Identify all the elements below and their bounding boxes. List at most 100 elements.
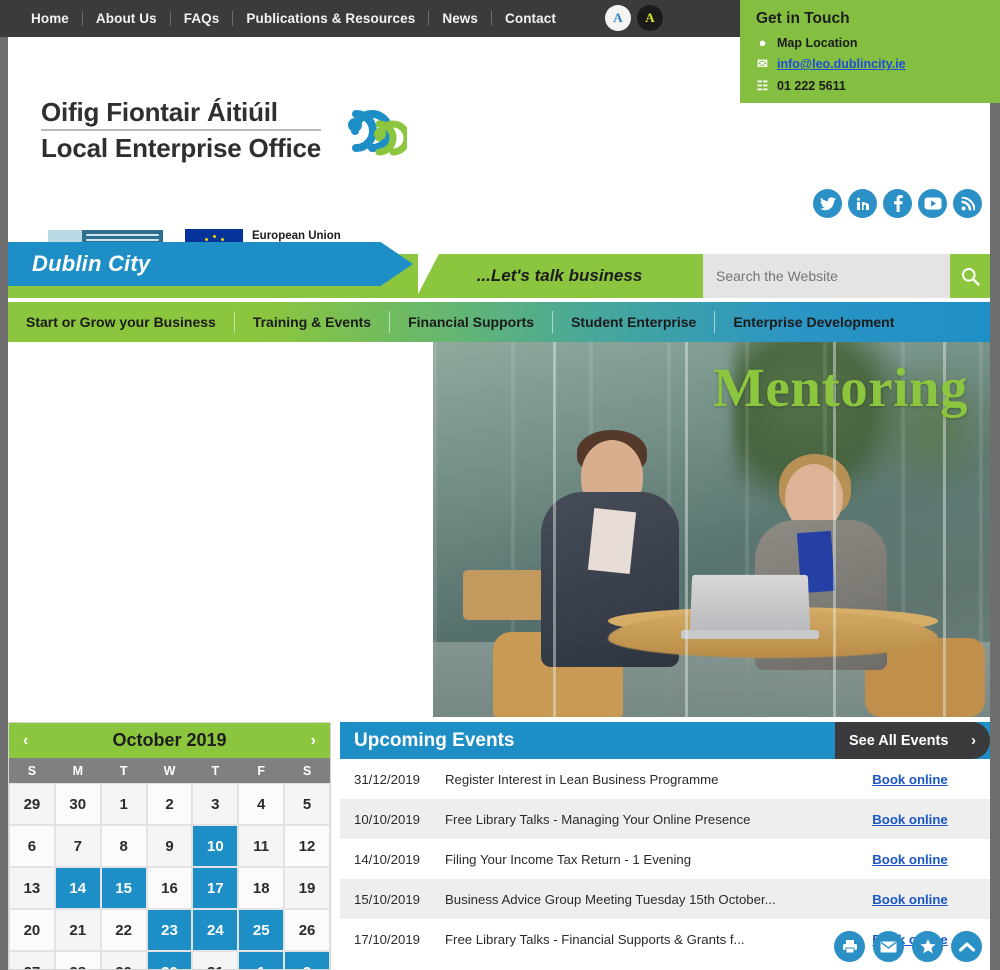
weekday-mon: M [72, 763, 83, 778]
phone-row[interactable]: ☷ 01 222 5611 [756, 78, 1000, 94]
nav-item-student-enterprise[interactable]: Student Enterprise [553, 314, 714, 330]
nav-item-financial-supports[interactable]: Financial Supports [390, 314, 552, 330]
calendar-day[interactable]: 28 [54, 951, 101, 969]
linkedin-icon[interactable] [848, 189, 877, 218]
hero-man-shirt [587, 507, 637, 575]
calendar-day[interactable]: 9 [146, 825, 193, 867]
calendar-day-highlighted[interactable]: 17 [192, 867, 239, 909]
main-navigation: Start or Grow your Business Training & E… [8, 302, 990, 342]
topnav-item-about-us[interactable]: About Us [83, 11, 170, 26]
logo-line-irish: Oifig Fiontair Áitiúil [41, 97, 278, 127]
nav-item-enterprise-development[interactable]: Enterprise Development [715, 314, 912, 330]
calendar-day[interactable]: 27 [9, 951, 55, 969]
search-button[interactable] [950, 254, 990, 298]
event-row: 14/10/2019 Filing Your Income Tax Return … [340, 839, 990, 879]
calendar-day-highlighted[interactable]: 1 [238, 951, 285, 969]
brand-banner-row: ...Let's talk business Dublin City [8, 242, 990, 298]
event-date: 14/10/2019 [354, 851, 421, 867]
map-location-label: Map Location [777, 35, 858, 50]
event-book-cell: Book online [830, 772, 990, 787]
hero-carousel: Mentoring Tap into a mentors entrepreneu… [8, 342, 990, 717]
calendar-month-title: October 2019 [112, 730, 227, 750]
topnav-item-contact[interactable]: Contact [492, 11, 569, 26]
calendar-day-highlighted[interactable]: 10 [192, 825, 239, 867]
nav-item-training-events[interactable]: Training & Events [235, 314, 389, 330]
calendar-day[interactable]: 20 [9, 909, 55, 951]
event-row: 10/10/2019 Free Library Talks - Managing … [340, 799, 990, 839]
event-date: 15/10/2019 [354, 891, 421, 907]
twitter-icon[interactable] [813, 189, 842, 218]
hero-laptop-base [681, 630, 819, 639]
calendar-day[interactable]: 12 [284, 825, 330, 867]
calendar-day-highlighted[interactable]: 14 [54, 867, 101, 909]
tagline-text: ...Let's talk business [476, 266, 643, 285]
map-location-row[interactable]: ● Map Location [756, 35, 1000, 50]
calendar-day[interactable]: 11 [238, 825, 285, 867]
calendar-day[interactable]: 8 [100, 825, 147, 867]
leo-c-mark-icon [325, 100, 411, 160]
event-name: Register Interest in Lean Business Progr… [445, 771, 719, 787]
calendar-day[interactable]: 1 [100, 783, 147, 825]
topnav-item-news[interactable]: News [429, 11, 491, 26]
calendar-prev-month-button[interactable]: ‹ [23, 732, 28, 750]
calendar-day[interactable]: 4 [238, 783, 285, 825]
rss-icon[interactable] [953, 189, 982, 218]
event-book-cell: Book online [830, 812, 990, 827]
calendar-day[interactable]: 5 [284, 783, 330, 825]
weekday-sat: S [302, 763, 312, 778]
calendar-day[interactable]: 29 [100, 951, 147, 969]
calendar-day[interactable]: 21 [54, 909, 101, 951]
book-online-link[interactable]: Book online [872, 852, 947, 867]
topnav-item-home[interactable]: Home [18, 11, 82, 26]
calendar-day-highlighted[interactable]: 24 [192, 909, 239, 951]
event-row: 31/12/2019 Register Interest in Lean Busi… [340, 759, 990, 799]
site-logo[interactable]: Oifig Fiontair Áitiúil Local Enterprise … [41, 97, 411, 163]
calendar-day[interactable]: 31 [192, 951, 239, 969]
calendar-day[interactable]: 2 [146, 783, 193, 825]
nav-item-start-or-grow-your-business[interactable]: Start or Grow your Business [8, 314, 234, 330]
high-contrast-button[interactable]: A [637, 5, 663, 31]
calendar-day[interactable]: 30 [54, 783, 101, 825]
event-date: 10/10/2019 [354, 811, 421, 827]
search-input[interactable] [703, 254, 950, 298]
calendar-day-highlighted[interactable]: 25 [238, 909, 285, 951]
book-online-link[interactable]: Book online [872, 812, 947, 827]
calendar-day[interactable]: 6 [9, 825, 55, 867]
calendar-day[interactable]: 16 [146, 867, 193, 909]
book-online-link[interactable]: Book online [872, 892, 947, 907]
scroll-to-top-icon[interactable] [951, 931, 982, 962]
calendar-day[interactable]: 22 [100, 909, 147, 951]
calendar-day[interactable]: 26 [284, 909, 330, 951]
normal-contrast-button[interactable]: A [605, 5, 631, 31]
calendar-day[interactable]: 29 [9, 783, 55, 825]
email-link[interactable]: info@leo.dublincity.ie [777, 57, 906, 71]
calendar-day[interactable]: 18 [238, 867, 285, 909]
calendar-day-highlighted[interactable]: 30 [146, 951, 193, 969]
calendar-header: ‹ October 2019 › [9, 723, 330, 758]
calendar-day[interactable]: 13 [9, 867, 55, 909]
email-icon[interactable] [873, 931, 904, 962]
calendar-next-month-button[interactable]: › [311, 732, 316, 750]
hero-laptop-screen [689, 574, 811, 633]
event-date: 31/12/2019 [354, 771, 421, 787]
calendar-day[interactable]: 7 [54, 825, 101, 867]
logo-wordmark: Oifig Fiontair Áitiúil Local Enterprise … [41, 97, 321, 163]
calendar-day-highlighted[interactable]: 15 [100, 867, 147, 909]
favorite-star-icon[interactable] [912, 931, 943, 962]
calendar-day[interactable]: 19 [284, 867, 330, 909]
topnav-item-faqs[interactable]: FAQs [171, 11, 233, 26]
calendar-day-highlighted[interactable]: 23 [146, 909, 193, 951]
print-icon[interactable] [834, 931, 865, 962]
facebook-icon[interactable] [883, 189, 912, 218]
weekday-thu: T [211, 763, 220, 778]
see-all-events-button[interactable]: See All Events › [835, 722, 990, 759]
event-row: 15/10/2019 Business Advice Group Meeting … [340, 879, 990, 919]
event-date: 17/10/2019 [354, 931, 421, 947]
calendar-day-highlighted[interactable]: 2 [284, 951, 330, 969]
topnav-item-publications-resources[interactable]: Publications & Resources [233, 11, 428, 26]
top-navigation: Home About Us FAQs Publications & Resour… [0, 11, 569, 26]
youtube-icon[interactable] [918, 189, 947, 218]
email-row[interactable]: ✉ info@leo.dublincity.ie [756, 56, 1000, 72]
book-online-link[interactable]: Book online [872, 772, 947, 787]
calendar-day[interactable]: 3 [192, 783, 239, 825]
